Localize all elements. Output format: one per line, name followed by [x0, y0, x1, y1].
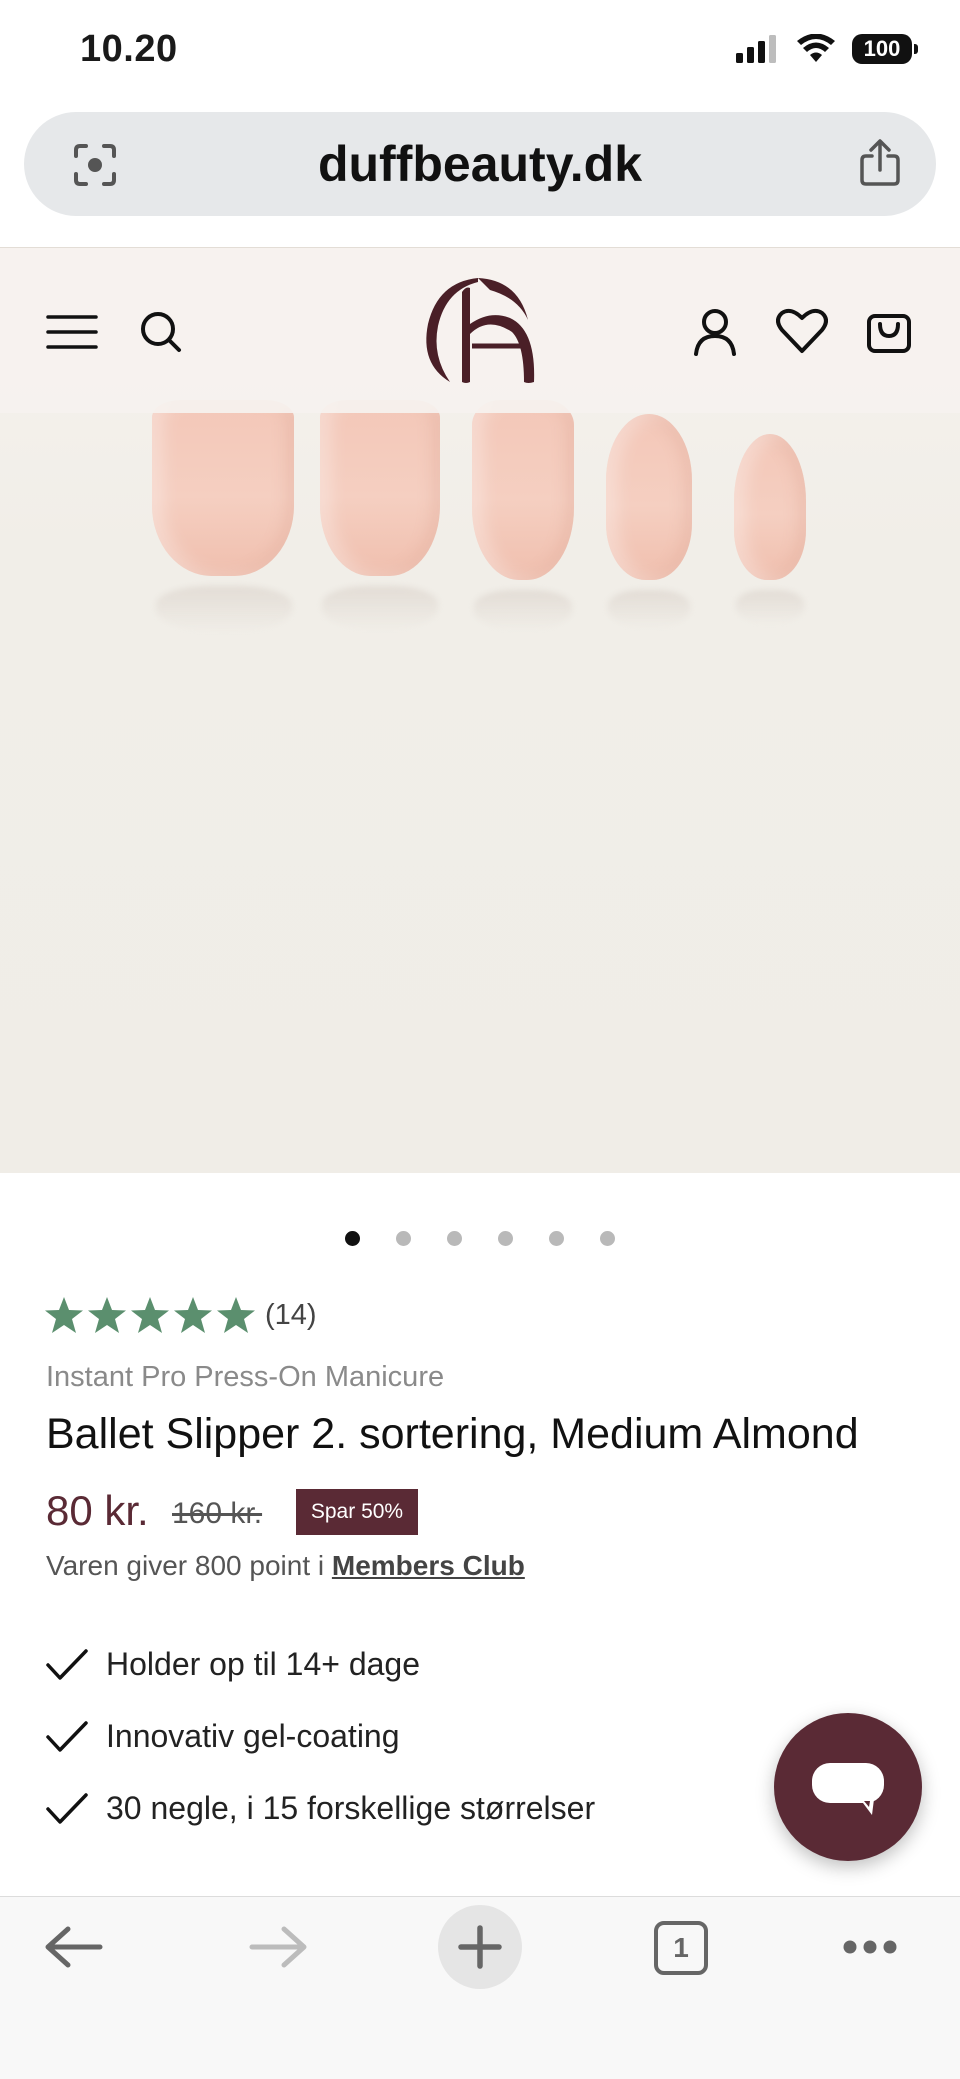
url-text[interactable]: duffbeauty.dk — [24, 112, 936, 216]
benefit-text: Innovativ gel-coating — [106, 1718, 400, 1754]
gallery-dot-1[interactable] — [345, 1231, 360, 1246]
chat-bubble-icon — [812, 1763, 884, 1815]
points-text: Varen giver 800 point i — [46, 1550, 332, 1581]
product-image-gallery[interactable] — [0, 247, 960, 1173]
battery-indicator: 100 — [852, 34, 918, 64]
star-icon — [131, 1297, 169, 1333]
rating-count[interactable]: (14) — [265, 1299, 317, 1332]
wishlist-heart-icon[interactable] — [776, 308, 828, 354]
discount-badge: Spar 50% — [296, 1489, 418, 1535]
gallery-dot-3[interactable] — [447, 1231, 462, 1246]
more-options-icon[interactable] — [842, 1939, 898, 1955]
benefit-item: Holder op til 14+ dage — [46, 1646, 420, 1683]
nail-reflection — [474, 590, 572, 630]
brand-logo[interactable] — [420, 274, 540, 386]
search-icon[interactable] — [139, 310, 183, 354]
benefit-item: 30 negle, i 15 forskellige størrelser — [46, 1790, 595, 1827]
checkmark-icon — [46, 1720, 88, 1752]
address-bar[interactable]: duffbeauty.dk — [24, 112, 936, 216]
share-icon[interactable] — [856, 138, 904, 188]
tab-count: 1 — [673, 1932, 689, 1963]
product-subtitle: Instant Pro Press-On Manicure — [46, 1361, 445, 1393]
cart-bag-icon[interactable] — [866, 306, 912, 354]
star-icon — [174, 1297, 212, 1333]
cellular-signal-icon — [736, 35, 776, 63]
nail-reflection — [156, 586, 292, 632]
nail-image-1 — [152, 400, 294, 576]
nail-image-3 — [472, 400, 574, 580]
status-bar: 10.20 100 — [0, 0, 960, 104]
checkmark-icon — [46, 1648, 88, 1680]
nail-image-4 — [606, 414, 692, 580]
menu-icon[interactable] — [46, 314, 98, 350]
star-icon — [45, 1297, 83, 1333]
chat-button[interactable] — [774, 1713, 922, 1861]
product-rating[interactable]: (14) — [44, 1296, 317, 1334]
gallery-dot-4[interactable] — [498, 1231, 513, 1246]
gallery-dot-5[interactable] — [549, 1231, 564, 1246]
wifi-icon — [797, 34, 835, 62]
account-icon[interactable] — [692, 308, 738, 356]
status-icons: 100 — [736, 34, 918, 64]
browser-toolbar: 1 — [0, 1896, 960, 2079]
nail-reflection — [608, 590, 690, 628]
star-icon — [217, 1297, 255, 1333]
gallery-dot-6[interactable] — [600, 1231, 615, 1246]
site-header — [0, 248, 960, 413]
members-club-link[interactable]: Members Club — [332, 1550, 525, 1581]
benefit-item: Innovativ gel-coating — [46, 1718, 400, 1755]
nail-image-2 — [320, 400, 440, 576]
nail-image-5 — [734, 434, 806, 580]
original-price: 160 kr. — [172, 1497, 263, 1530]
back-arrow-icon[interactable] — [44, 1925, 104, 1969]
gallery-pagination — [0, 1231, 960, 1247]
benefit-text: 30 negle, i 15 forskellige størrelser — [106, 1790, 596, 1826]
nail-reflection — [322, 586, 438, 630]
new-tab-button[interactable] — [438, 1905, 522, 1989]
gallery-dot-2[interactable] — [396, 1231, 411, 1246]
plus-icon — [458, 1925, 502, 1969]
product-title: Ballet Slipper 2. sortering, Medium Almo… — [46, 1410, 859, 1458]
forward-arrow-icon[interactable] — [248, 1925, 308, 1969]
status-time: 10.20 — [80, 28, 178, 70]
tab-switcher-button[interactable]: 1 — [654, 1921, 708, 1975]
benefit-text: Holder op til 14+ dage — [106, 1646, 420, 1682]
current-price: 80 kr. — [46, 1487, 149, 1534]
loyalty-points-info: Varen giver 800 point i Members Club — [46, 1550, 525, 1582]
star-icon — [88, 1297, 126, 1333]
nail-reflection — [736, 590, 804, 624]
checkmark-icon — [46, 1792, 88, 1824]
